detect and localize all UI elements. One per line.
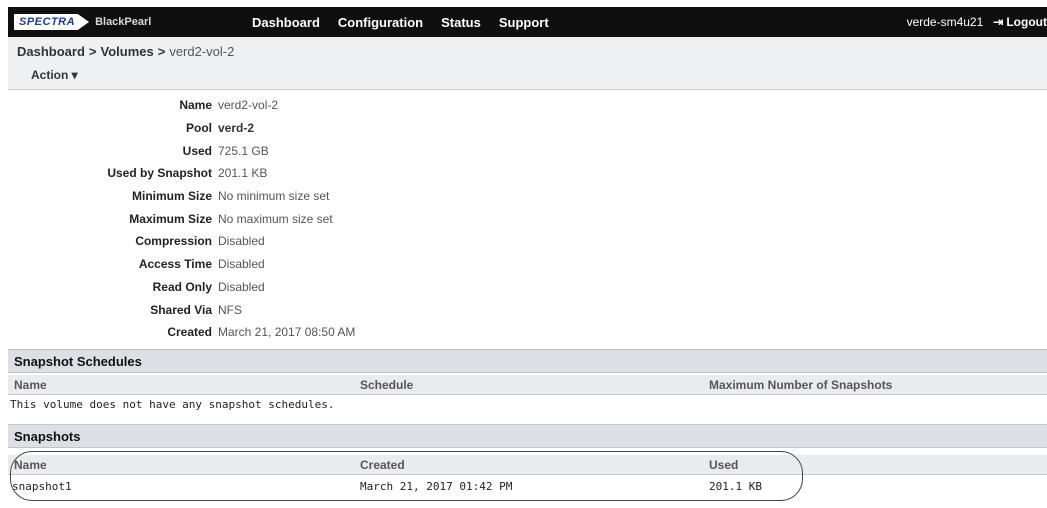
- empty-schedules-message-row: This volume does not have any snapshot s…: [8, 396, 1047, 414]
- property-label: Maximum Size: [129, 211, 212, 226]
- logo-product-text: BlackPearl: [95, 16, 152, 28]
- property-value: No maximum size set: [218, 211, 333, 226]
- property-row-pool: Pool verd-2: [8, 117, 408, 140]
- top-nav-bar: SPECTRA BlackPearl Dashboard Configurati…: [8, 7, 1047, 37]
- username[interactable]: verde-sm4u21: [907, 15, 984, 29]
- property-row-used-by-snapshot: Used by Snapshot 201.1 KB: [8, 162, 408, 185]
- property-label: Read Only: [152, 279, 212, 294]
- main-nav: Dashboard Configuration Status Support: [252, 7, 567, 37]
- breadcrumb-separator: >: [88, 44, 97, 59]
- property-row-maximum-size: Maximum Size No maximum size set: [8, 207, 408, 230]
- property-label: Used by Snapshot: [107, 166, 212, 181]
- property-label: Created: [167, 325, 212, 340]
- property-label: Shared Via: [150, 302, 212, 317]
- property-value: 201.1 KB: [218, 166, 268, 181]
- logout-icon: ⇥: [993, 15, 1004, 29]
- section-title: Snapshots: [14, 429, 81, 444]
- nav-item-dashboard[interactable]: Dashboard: [252, 15, 320, 30]
- spectra-logo[interactable]: SPECTRA BlackPearl: [14, 13, 151, 31]
- property-value: Disabled: [218, 279, 265, 294]
- property-label: Used: [182, 143, 212, 158]
- property-row-read-only: Read Only Disabled: [8, 276, 408, 299]
- user-area: verde-sm4u21 ⇥ Logout: [907, 7, 1047, 37]
- property-value: Disabled: [218, 257, 265, 272]
- property-row-created: Created March 21, 2017 08:50 AM: [8, 321, 408, 344]
- snapshot-schedules-table-header: Name Schedule Maximum Number of Snapshot…: [8, 375, 1047, 395]
- property-value: verd2-vol-2: [218, 98, 279, 113]
- action-menu-button[interactable]: Action ▾: [31, 68, 78, 82]
- breadcrumb: Dashboard > Volumes > verd2-vol-2: [17, 44, 234, 59]
- property-label: Minimum Size: [131, 189, 212, 204]
- property-value: 725.1 GB: [218, 143, 269, 158]
- property-row-used: Used 725.1 GB: [8, 139, 408, 162]
- breadcrumb-volumes[interactable]: Volumes: [101, 44, 154, 59]
- property-row-minimum-size: Minimum Size No minimum size set: [8, 185, 408, 208]
- breadcrumb-bar: Dashboard > Volumes > verd2-vol-2 Action…: [8, 37, 1047, 90]
- highlight-annotation: [10, 451, 803, 501]
- empty-message: This volume does not have any snapshot s…: [10, 398, 335, 411]
- property-row-shared-via: Shared Via NFS: [8, 298, 408, 321]
- property-value: NFS: [218, 302, 242, 317]
- volume-properties: Name verd2-vol-2 Pool verd-2 Used 725.1 …: [8, 94, 408, 344]
- property-row-access-time: Access Time Disabled: [8, 253, 408, 276]
- section-title: Snapshot Schedules: [14, 354, 142, 369]
- property-row-name: Name verd2-vol-2: [8, 94, 408, 117]
- property-value: March 21, 2017 08:50 AM: [218, 325, 356, 340]
- breadcrumb-separator: >: [157, 44, 166, 59]
- logout-button[interactable]: ⇥ Logout: [993, 15, 1047, 29]
- breadcrumb-current: verd2-vol-2: [169, 44, 235, 59]
- property-label: Name: [179, 98, 212, 113]
- logout-label: Logout: [1006, 15, 1047, 29]
- property-label: Pool: [186, 121, 212, 136]
- property-label: Compression: [135, 234, 212, 249]
- property-label: Access Time: [138, 257, 212, 272]
- snapshots-header: Snapshots: [8, 424, 1047, 448]
- property-value: Disabled: [218, 234, 265, 249]
- column-header-name[interactable]: Name: [14, 378, 47, 392]
- nav-item-configuration[interactable]: Configuration: [338, 15, 423, 30]
- nav-item-status[interactable]: Status: [441, 15, 481, 30]
- property-value: verd-2: [218, 121, 255, 136]
- column-header-schedule[interactable]: Schedule: [360, 378, 413, 392]
- nav-item-support[interactable]: Support: [499, 15, 549, 30]
- logo-spectra-text: SPECTRA: [14, 14, 90, 30]
- property-value: No minimum size set: [218, 189, 330, 204]
- snapshot-schedules-header: Snapshot Schedules: [8, 349, 1047, 373]
- breadcrumb-dashboard[interactable]: Dashboard: [17, 44, 85, 59]
- column-header-max-snapshots[interactable]: Maximum Number of Snapshots: [709, 378, 892, 392]
- property-row-compression: Compression Disabled: [8, 230, 408, 253]
